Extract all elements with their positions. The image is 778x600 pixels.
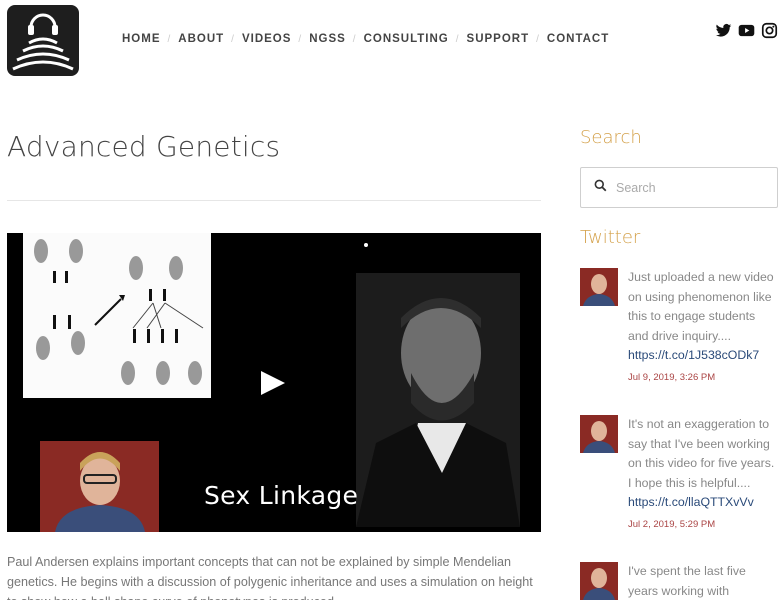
instagram-icon[interactable] bbox=[761, 22, 778, 39]
tweet-body: It's not an exaggeration to say that I'v… bbox=[628, 415, 778, 532]
scientist-portrait bbox=[356, 273, 520, 527]
headphones-signal-logo-icon bbox=[12, 13, 74, 71]
nav-videos[interactable]: VIDEOS bbox=[242, 33, 291, 45]
nav-contact[interactable]: CONTACT bbox=[547, 33, 609, 45]
video-description: Paul Andersen explains important concept… bbox=[7, 555, 533, 600]
tweet-date[interactable]: Jul 2, 2019, 5:29 PM bbox=[628, 518, 778, 532]
nav-separator: / bbox=[536, 33, 540, 45]
tweet-date[interactable]: Jul 9, 2019, 3:26 PM bbox=[628, 371, 778, 385]
youtube-icon[interactable] bbox=[738, 22, 755, 39]
nav-home[interactable]: HOME bbox=[122, 33, 161, 45]
nav-separator: / bbox=[352, 33, 357, 45]
video-caption: Sex Linkage bbox=[204, 481, 359, 510]
video-player[interactable]: Sex Linkage bbox=[7, 233, 541, 532]
twitter-icon[interactable] bbox=[715, 22, 732, 39]
twitter-heading: Twitter bbox=[580, 227, 641, 248]
search-icon bbox=[594, 179, 607, 197]
tweet-text: I've spent the last five years working w… bbox=[628, 564, 746, 598]
page-title: Advanced Genetics bbox=[7, 130, 281, 163]
title-divider bbox=[7, 200, 541, 201]
avatar[interactable] bbox=[580, 562, 618, 600]
nav-separator: / bbox=[298, 33, 303, 45]
tweet-body: I've spent the last five years working w… bbox=[628, 562, 778, 600]
nav-separator: / bbox=[167, 33, 172, 45]
nav-about[interactable]: ABOUT bbox=[178, 33, 224, 45]
tweet-text: It's not an exaggeration to say that I'v… bbox=[628, 417, 775, 490]
play-button[interactable] bbox=[261, 371, 285, 395]
nav-separator: / bbox=[231, 33, 235, 45]
fruit-fly-cross-diagram bbox=[23, 233, 211, 398]
main-nav: HOME / ABOUT / VIDEOS / NGSS / CONSULTIN… bbox=[122, 33, 609, 45]
tweet-text: Just uploaded a new video on using pheno… bbox=[628, 270, 774, 343]
nav-consulting[interactable]: CONSULTING bbox=[364, 33, 449, 45]
tweet-body: Just uploaded a new video on using pheno… bbox=[628, 268, 778, 385]
search-box bbox=[580, 167, 778, 208]
presenter-webcam bbox=[40, 441, 159, 532]
site-logo[interactable] bbox=[7, 5, 79, 76]
avatar[interactable] bbox=[580, 268, 618, 306]
video-dot bbox=[364, 243, 368, 247]
tweet-link[interactable]: https://t.co/llaQTTXvVv bbox=[628, 495, 754, 509]
search-input[interactable] bbox=[616, 180, 766, 195]
social-links bbox=[715, 22, 778, 39]
nav-support[interactable]: SUPPORT bbox=[467, 33, 530, 45]
nav-ngss[interactable]: NGSS bbox=[309, 33, 346, 45]
avatar[interactable] bbox=[580, 415, 618, 453]
search-heading: Search bbox=[580, 127, 642, 148]
tweet-link[interactable]: https://t.co/1J538cODk7 bbox=[628, 348, 759, 362]
nav-separator: / bbox=[455, 33, 460, 45]
